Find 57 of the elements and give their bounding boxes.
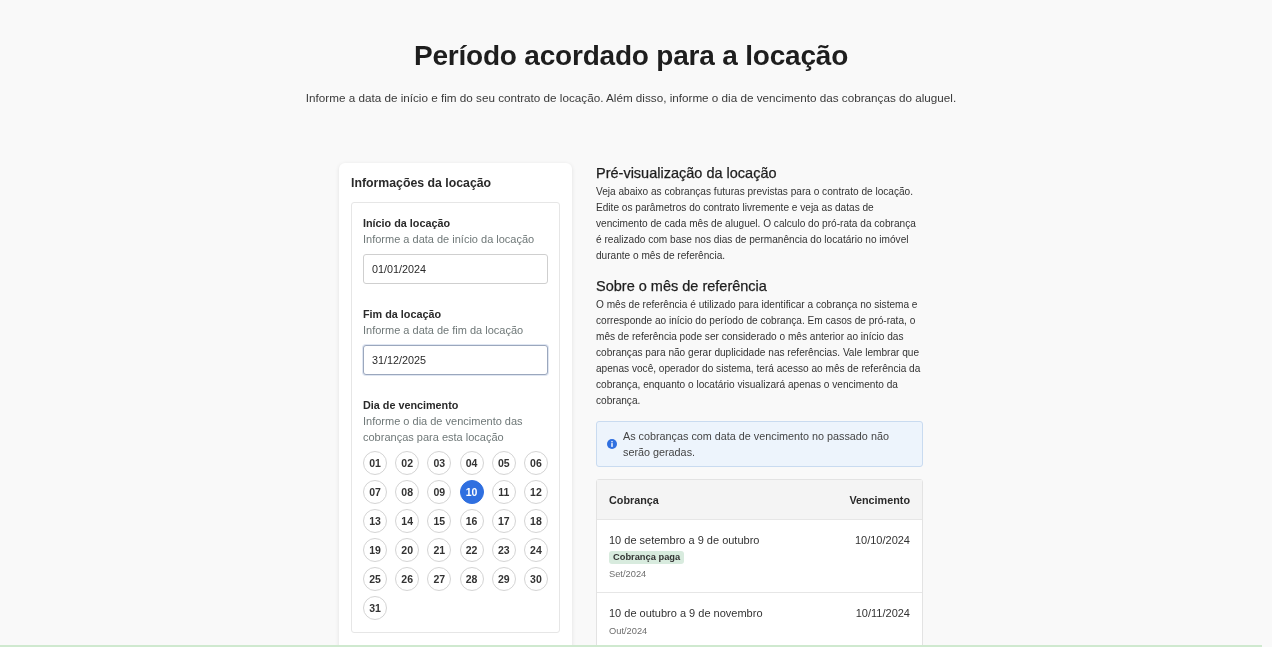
field-label: Dia de vencimento bbox=[363, 398, 460, 413]
day-option[interactable]: 22 bbox=[459, 538, 484, 562]
day-option[interactable]: 29 bbox=[491, 567, 516, 591]
day-option[interactable]: 25 bbox=[363, 567, 387, 591]
day-option[interactable]: 17 bbox=[491, 509, 516, 533]
day-option[interactable]: 30 bbox=[523, 567, 548, 591]
day-option[interactable]: 31 bbox=[363, 596, 387, 620]
section-text: Veja abaixo as cobranças futuras previstas para o contrato de locação. Edite os parâmetros do contrato livremente e veja as datas de vencimento de cada mês de aluguel. O calculo do pró-rata da cobrança é realizado com base nos dias de permanência do locatário no imóvel durante o mês de referência. bbox=[596, 185, 917, 263]
day-option[interactable]: 05 bbox=[491, 451, 516, 475]
day-option[interactable]: 16 bbox=[459, 509, 484, 533]
field-label: Início da locação bbox=[363, 216, 451, 231]
day-option[interactable]: 03 bbox=[427, 451, 452, 475]
day-option[interactable]: 18 bbox=[523, 509, 548, 533]
day-option[interactable]: 11 bbox=[491, 480, 516, 504]
day-option[interactable]: 13 bbox=[363, 509, 387, 533]
page-title: Período acordado para a locação bbox=[413, 39, 849, 73]
day-option[interactable]: 09 bbox=[427, 480, 452, 504]
day-option[interactable]: 06 bbox=[523, 451, 548, 475]
column-header: Cobrança bbox=[609, 493, 659, 506]
day-option[interactable]: 20 bbox=[395, 538, 420, 562]
day-option[interactable]: 15 bbox=[427, 509, 452, 533]
status-badge: Cobrança paga bbox=[609, 551, 685, 564]
day-option[interactable]: 21 bbox=[427, 538, 452, 562]
day-option[interactable]: 23 bbox=[491, 538, 516, 562]
day-option[interactable]: 02 bbox=[395, 451, 420, 475]
section-heading: Pré-visualização da locação bbox=[596, 164, 778, 183]
info-icon bbox=[607, 439, 617, 449]
day-option[interactable]: 12 bbox=[523, 480, 548, 504]
day-option[interactable]: 28 bbox=[459, 567, 484, 591]
day-option[interactable]: 01 bbox=[363, 451, 387, 475]
day-option[interactable]: 10 bbox=[459, 480, 484, 504]
page-subtitle: Informe a data de início e fim do seu contrato de locação. Além disso, informe o dia de vencimento das cobranças do aluguel. bbox=[305, 90, 957, 106]
day-option[interactable]: 07 bbox=[363, 480, 387, 504]
due-date: 10/10/2024 bbox=[854, 533, 910, 548]
column-header: Vencimento bbox=[849, 493, 910, 506]
reference-month: Out/2024 bbox=[609, 625, 648, 638]
day-option[interactable]: 08 bbox=[395, 480, 420, 504]
period-text: 10 de setembro a 9 de outubro bbox=[609, 533, 760, 548]
day-option[interactable]: 24 bbox=[523, 538, 548, 562]
day-option[interactable]: 26 bbox=[395, 567, 420, 591]
field-hint: Informe o dia de vencimento das cobranças para esta locação bbox=[363, 414, 524, 445]
alert-text: As cobranças com data de vencimento no passado não serão geradas. bbox=[623, 429, 890, 460]
date-input[interactable]: 31/12/2025 bbox=[363, 345, 548, 375]
day-option[interactable]: 14 bbox=[395, 509, 420, 533]
day-option[interactable]: 19 bbox=[363, 538, 387, 562]
period-text: 10 de outubro a 9 de novembro bbox=[609, 606, 763, 621]
day-option[interactable]: 04 bbox=[459, 451, 484, 475]
card-title: Informações da locação bbox=[351, 175, 493, 191]
field-label: Fim da locação bbox=[363, 307, 442, 322]
field-hint: Informe a data de início da locação bbox=[363, 232, 536, 247]
reference-month: Set/2024 bbox=[609, 568, 647, 581]
section-heading: Sobre o mês de referência bbox=[596, 277, 768, 296]
date-input[interactable]: 01/01/2024 bbox=[363, 254, 548, 284]
section-text: O mês de referência é utilizado para identificar a cobrança no sistema e corresponde ao início do período de cobrança. Em casos de pró-rata, o mês de referência pode ser considerado o mês anterior ao início das cobranças para não gerar duplicidade nas referências. Vale lembrar que apenas você, operador do sistema, terá acesso ao mês de referência da cobrança, enquanto o locatário visualizará apenas o vencimento da cobrança. bbox=[596, 298, 922, 408]
field-hint: Informe a data de fim da locação bbox=[363, 323, 525, 338]
day-option[interactable]: 27 bbox=[427, 567, 452, 591]
due-date: 10/11/2024 bbox=[855, 606, 910, 621]
